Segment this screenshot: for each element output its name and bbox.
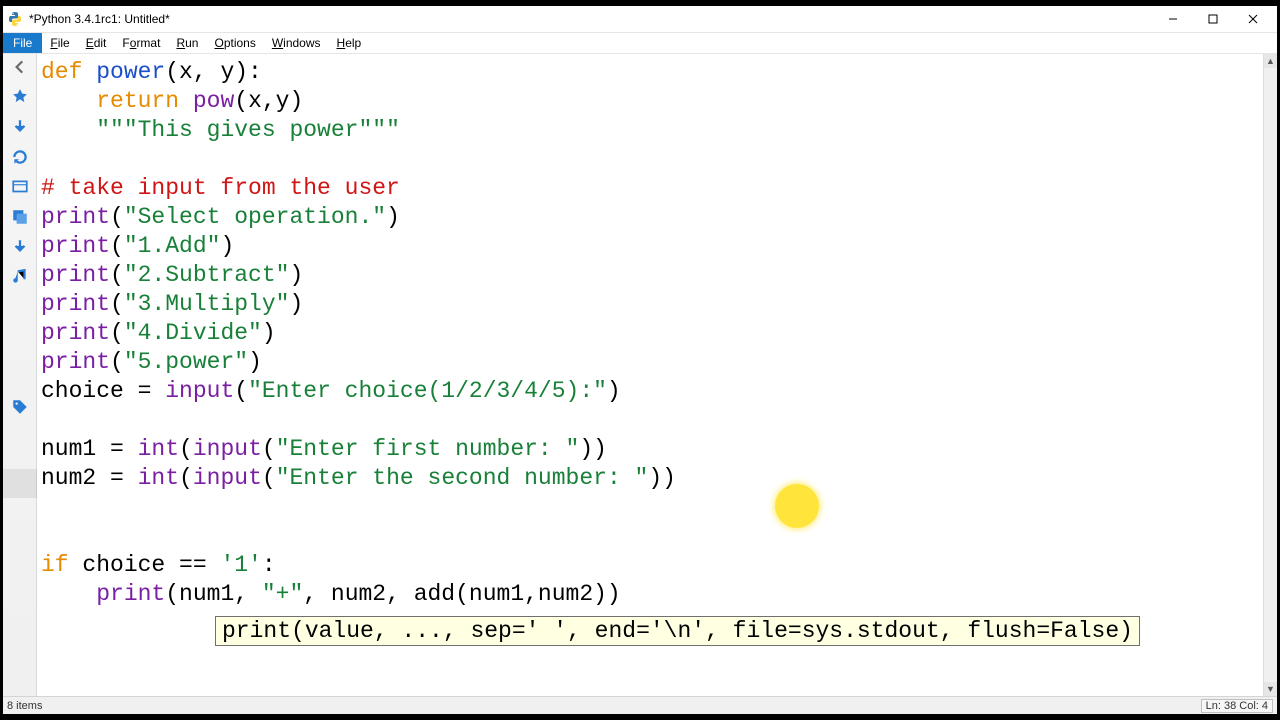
scroll-up-icon[interactable]: ▲ xyxy=(1264,54,1277,68)
back-icon[interactable] xyxy=(11,58,29,76)
titlebar[interactable]: *Python 3.4.1rc1: Untitled* xyxy=(3,6,1277,32)
arrow-down-2-icon[interactable] xyxy=(11,238,29,256)
refresh-icon[interactable] xyxy=(11,148,29,166)
arrow-down-icon[interactable] xyxy=(11,118,29,136)
vertical-scrollbar[interactable]: ▲ ▼ xyxy=(1263,54,1277,696)
minimize-button[interactable] xyxy=(1153,8,1193,30)
python-icon xyxy=(7,11,23,27)
window-title: *Python 3.4.1rc1: Untitled* xyxy=(29,12,1153,26)
scroll-track[interactable] xyxy=(1264,68,1277,682)
statusbar: 8 items Ln: 38 Col: 4 xyxy=(3,696,1277,714)
menubar: File Edit Format Run Options Windows Hel… xyxy=(42,33,369,53)
menu-edit[interactable]: Edit xyxy=(78,34,115,52)
left-toolbar xyxy=(3,54,37,696)
menu-windows[interactable]: Windows xyxy=(264,34,329,52)
note-icon[interactable] xyxy=(11,268,29,286)
maximize-button[interactable] xyxy=(1193,8,1233,30)
cursor-highlight xyxy=(775,484,819,528)
code-editor[interactable]: def power(x, y): return pow(x,y) """This… xyxy=(37,54,1263,696)
status-position: Ln: 38 Col: 4 xyxy=(1201,699,1273,713)
stack-icon[interactable] xyxy=(11,208,29,226)
menu-options[interactable]: Options xyxy=(206,34,263,52)
menu-run[interactable]: Run xyxy=(168,34,206,52)
editor-area[interactable]: def power(x, y): return pow(x,y) """This… xyxy=(37,54,1277,696)
menu-help[interactable]: Help xyxy=(329,34,370,52)
menu-file[interactable]: File xyxy=(42,34,77,52)
star-icon[interactable] xyxy=(11,88,29,106)
window-icon[interactable] xyxy=(11,178,29,196)
menu-format[interactable]: Format xyxy=(114,34,168,52)
scroll-down-icon[interactable]: ▼ xyxy=(1264,682,1277,696)
tag-icon[interactable] xyxy=(11,398,29,416)
calltip-tooltip: print(value, ..., sep=' ', end='\n', fil… xyxy=(215,616,1140,646)
app-window: *Python 3.4.1rc1: Untitled* File File Ed… xyxy=(2,5,1278,715)
body: def power(x, y): return pow(x,y) """This… xyxy=(3,54,1277,696)
close-button[interactable] xyxy=(1233,8,1273,30)
menu-strip: File File Edit Format Run Options Window… xyxy=(3,32,1277,54)
file-tab-button[interactable]: File xyxy=(3,33,42,53)
status-left: 8 items xyxy=(7,700,1201,712)
